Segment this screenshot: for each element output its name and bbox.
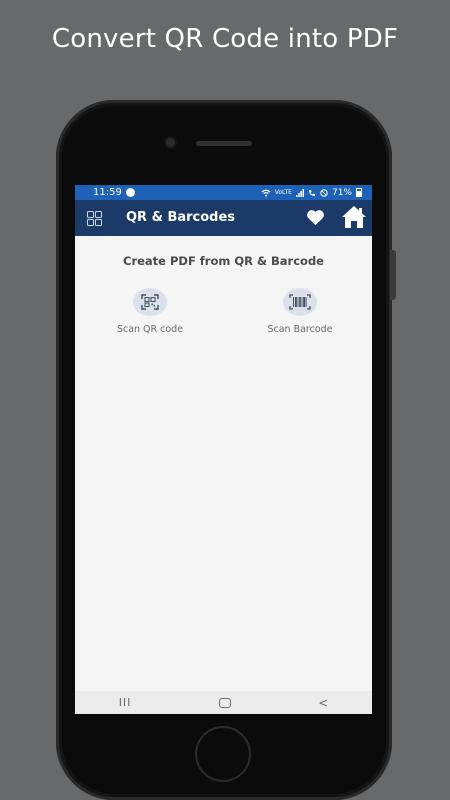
scan-qr-code-label: Scan QR code <box>116 324 184 335</box>
main-content: Create PDF from QR & Barcode Scan QR cod… <box>75 236 372 691</box>
heart-icon[interactable] <box>306 209 325 226</box>
do-not-disturb-icon <box>320 188 328 197</box>
nav-home-button[interactable] <box>218 697 231 708</box>
back-button[interactable]: < <box>318 696 328 710</box>
scan-barcode-label: Scan Barcode <box>267 324 333 335</box>
whatsapp-icon <box>125 188 135 197</box>
scan-qr-code-button[interactable]: Scan QR code <box>95 288 205 335</box>
call-forward-icon <box>308 189 315 196</box>
phone-side-button <box>390 250 396 300</box>
recents-button[interactable]: III <box>119 696 132 709</box>
signal-icon <box>295 188 304 197</box>
barcode-scan-icon[interactable] <box>283 288 317 316</box>
phone-home-button <box>197 728 249 780</box>
earpiece-speaker <box>196 141 252 146</box>
battery-percent: 71% <box>331 187 352 198</box>
status-time: 11:59 <box>93 187 122 198</box>
network-label: VoLTE <box>274 188 292 196</box>
phone-screen: 11:59 VoLTE 71% QR & Barcodes Create PDF… <box>75 185 372 714</box>
android-nav-bar: III < <box>75 691 372 714</box>
section-title: Create PDF from QR & Barcode <box>123 254 324 268</box>
app-title: QR & Barcodes <box>126 210 236 225</box>
page-headline: Convert QR Code into PDF <box>51 24 399 54</box>
scan-barcode-button[interactable]: Scan Barcode <box>245 288 355 335</box>
wifi-icon <box>261 189 271 197</box>
status-bar: 11:59 VoLTE 71% <box>75 185 372 200</box>
app-bar: QR & Barcodes <box>75 200 372 236</box>
grid-menu-icon[interactable] <box>87 211 102 226</box>
battery-icon <box>356 188 362 197</box>
front-camera <box>166 138 175 147</box>
qr-scan-icon[interactable] <box>133 288 167 316</box>
home-icon[interactable] <box>341 205 367 229</box>
